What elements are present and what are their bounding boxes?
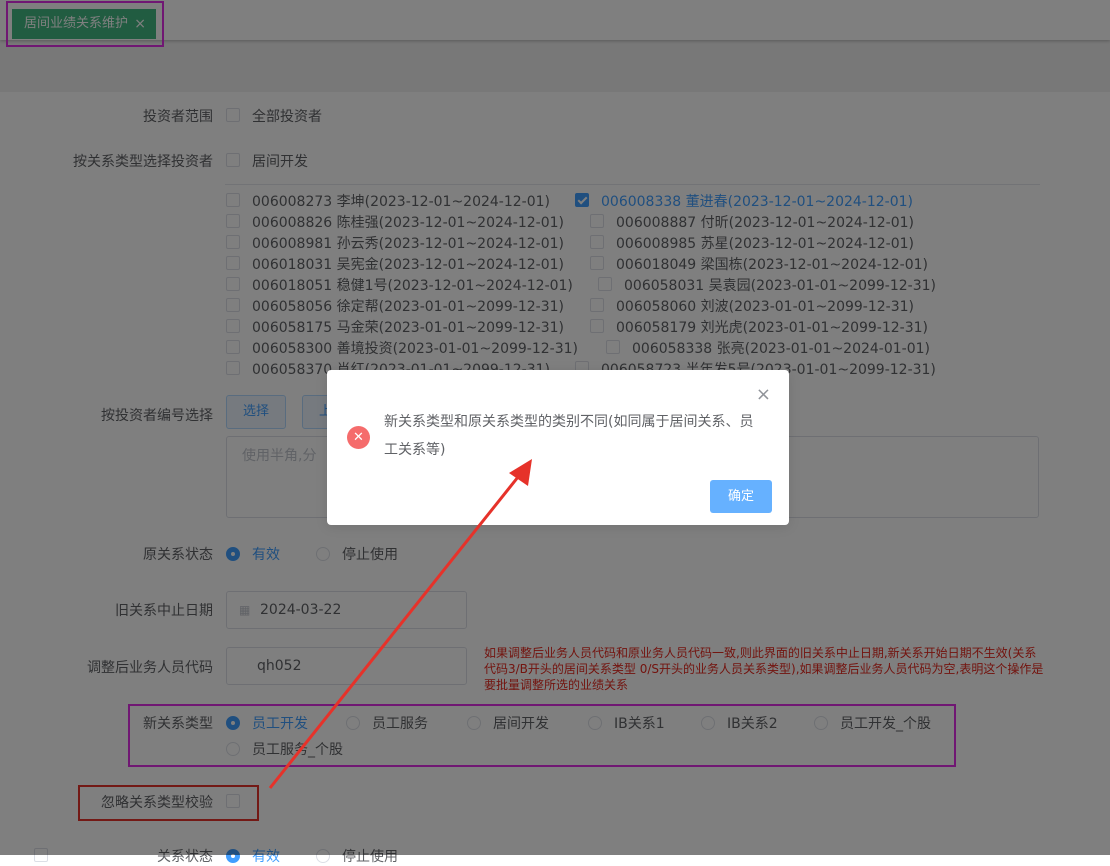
- ok-button[interactable]: 确定: [710, 480, 772, 513]
- close-icon[interactable]: ×: [756, 386, 771, 404]
- error-circle-icon: ✕: [347, 426, 370, 449]
- dialog-message: 新关系类型和原关系类型的类别不同(如同属于居间关系、员工关系等): [384, 414, 754, 458]
- error-dialog: × ✕ 新关系类型和原关系类型的类别不同(如同属于居间关系、员工关系等) 确定: [327, 370, 789, 525]
